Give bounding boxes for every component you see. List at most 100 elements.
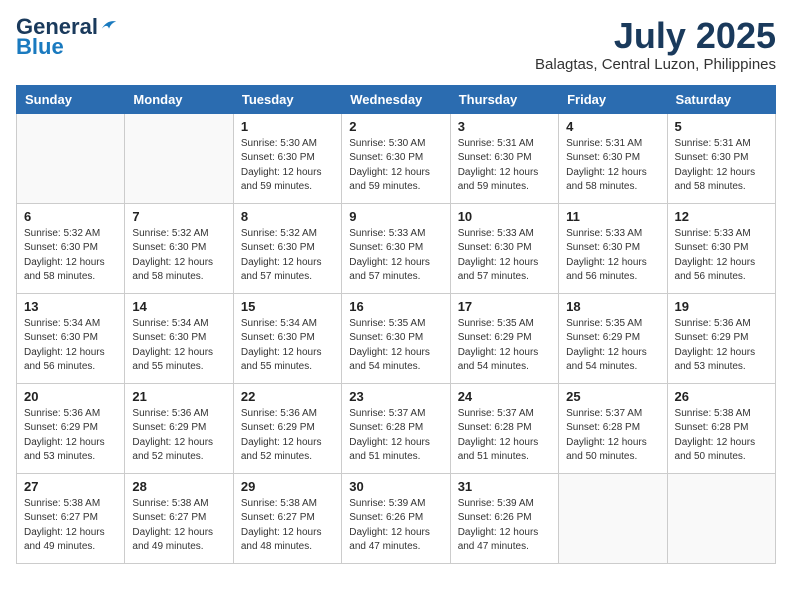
table-row: 5 Sunrise: 5:31 AM Sunset: 6:30 PM Daylig… <box>667 113 775 203</box>
table-row: 27 Sunrise: 5:38 AM Sunset: 6:27 PM Dayli… <box>17 473 125 563</box>
table-row: 19 Sunrise: 5:36 AM Sunset: 6:29 PM Dayli… <box>667 293 775 383</box>
table-row: 17Sunrise: 5:35 AM Sunset: 6:29 PM Dayli… <box>450 293 558 383</box>
table-row: 2 Sunrise: 5:30 AM Sunset: 6:30 PM Daylig… <box>342 113 450 203</box>
day-number: 13 <box>24 299 117 314</box>
table-row: 31 Sunrise: 5:39 AM Sunset: 6:26 PM Dayli… <box>450 473 558 563</box>
month-year-title: July 2025 <box>535 16 776 56</box>
table-row: 23Sunrise: 5:37 AM Sunset: 6:28 PM Dayli… <box>342 383 450 473</box>
day-info: Sunrise: 5:36 AM Sunset: 6:29 PM Dayligh… <box>24 407 117 465</box>
day-info: Sunrise: 5:31 AM Sunset: 6:30 PM Dayligh… <box>566 137 659 195</box>
table-row: 9 Sunrise: 5:33 AM Sunset: 6:30 PM Daylig… <box>342 203 450 293</box>
table-row: 14 Sunrise: 5:34 AM Sunset: 6:30 PM Dayli… <box>125 293 233 383</box>
day-number: 25 <box>566 389 659 404</box>
table-row: 7 Sunrise: 5:32 AM Sunset: 6:30 PM Daylig… <box>125 203 233 293</box>
day-info: Sunrise: 5:31 AM Sunset: 6:30 PM Dayligh… <box>675 137 768 195</box>
table-row: 6Sunrise: 5:32 AM Sunset: 6:30 PM Daylig… <box>17 203 125 293</box>
table-row <box>125 113 233 203</box>
day-number: 1 <box>241 119 334 134</box>
day-info: Sunrise: 5:35 AM Sunset: 6:29 PM Dayligh… <box>458 317 551 375</box>
logo-bird-icon <box>100 16 118 34</box>
day-info: Sunrise: 5:36 AM Sunset: 6:29 PM Dayligh… <box>132 407 225 465</box>
table-row: 15 Sunrise: 5:34 AM Sunset: 6:30 PM Dayli… <box>233 293 341 383</box>
calendar-header-row: Sunday Monday Tuesday Wednesday Thursday… <box>17 85 776 113</box>
day-number: 14 <box>132 299 225 314</box>
title-section: July 2025 Balagtas, Central Luzon, Phili… <box>535 16 776 73</box>
day-number: 21 <box>132 389 225 404</box>
table-row: 12 Sunrise: 5:33 AM Sunset: 6:30 PM Dayli… <box>667 203 775 293</box>
day-number: 7 <box>132 209 225 224</box>
col-monday: Monday <box>125 85 233 113</box>
table-row: 13Sunrise: 5:34 AM Sunset: 6:30 PM Dayli… <box>17 293 125 383</box>
table-row: 1 Sunrise: 5:30 AM Sunset: 6:30 PM Daylig… <box>233 113 341 203</box>
day-info: Sunrise: 5:33 AM Sunset: 6:30 PM Dayligh… <box>566 227 659 285</box>
table-row <box>17 113 125 203</box>
day-number: 26 <box>675 389 768 404</box>
day-number: 22 <box>241 389 334 404</box>
table-row: 29 Sunrise: 5:38 AM Sunset: 6:27 PM Dayli… <box>233 473 341 563</box>
col-thursday: Thursday <box>450 85 558 113</box>
day-info: Sunrise: 5:32 AM Sunset: 6:30 PM Dayligh… <box>241 227 334 285</box>
day-info: Sunrise: 5:38 AM Sunset: 6:27 PM Dayligh… <box>132 497 225 555</box>
day-number: 12 <box>675 209 768 224</box>
day-number: 28 <box>132 479 225 494</box>
col-tuesday: Tuesday <box>233 85 341 113</box>
day-number: 29 <box>241 479 334 494</box>
day-number: 16 <box>349 299 442 314</box>
day-info: Sunrise: 5:38 AM Sunset: 6:27 PM Dayligh… <box>24 497 117 555</box>
day-info: Sunrise: 5:33 AM Sunset: 6:30 PM Dayligh… <box>349 227 442 285</box>
day-number: 24 <box>458 389 551 404</box>
day-number: 27 <box>24 479 117 494</box>
day-number: 15 <box>241 299 334 314</box>
col-wednesday: Wednesday <box>342 85 450 113</box>
table-row: 10Sunrise: 5:33 AM Sunset: 6:30 PM Dayli… <box>450 203 558 293</box>
table-row: 4 Sunrise: 5:31 AM Sunset: 6:30 PM Daylig… <box>559 113 667 203</box>
day-number: 11 <box>566 209 659 224</box>
day-info: Sunrise: 5:30 AM Sunset: 6:30 PM Dayligh… <box>241 137 334 195</box>
day-number: 31 <box>458 479 551 494</box>
day-number: 5 <box>675 119 768 134</box>
day-info: Sunrise: 5:37 AM Sunset: 6:28 PM Dayligh… <box>458 407 551 465</box>
table-row: 22 Sunrise: 5:36 AM Sunset: 6:29 PM Dayli… <box>233 383 341 473</box>
table-row: 21 Sunrise: 5:36 AM Sunset: 6:29 PM Dayli… <box>125 383 233 473</box>
location-subtitle: Balagtas, Central Luzon, Philippines <box>535 56 776 73</box>
day-number: 3 <box>458 119 551 134</box>
calendar-week-row: 20 Sunrise: 5:36 AM Sunset: 6:29 PM Dayli… <box>17 383 776 473</box>
day-info: Sunrise: 5:35 AM Sunset: 6:29 PM Dayligh… <box>566 317 659 375</box>
day-number: 4 <box>566 119 659 134</box>
day-info: Sunrise: 5:33 AM Sunset: 6:30 PM Dayligh… <box>675 227 768 285</box>
day-number: 8 <box>241 209 334 224</box>
day-info: Sunrise: 5:36 AM Sunset: 6:29 PM Dayligh… <box>241 407 334 465</box>
day-info: Sunrise: 5:33 AM Sunset: 6:30 PM Dayligh… <box>458 227 551 285</box>
day-info: Sunrise: 5:35 AM Sunset: 6:30 PM Dayligh… <box>349 317 442 375</box>
day-number: 18 <box>566 299 659 314</box>
day-number: 20 <box>24 389 117 404</box>
day-info: Sunrise: 5:32 AM Sunset: 6:30 PM Dayligh… <box>132 227 225 285</box>
day-info: Sunrise: 5:38 AM Sunset: 6:28 PM Dayligh… <box>675 407 768 465</box>
calendar-week-row: 13 Sunrise: 5:34 AM Sunset: 6:30 PM Dayli… <box>17 293 776 383</box>
page-header: General Blue July 2025 Balagtas, Central… <box>16 16 776 73</box>
day-number: 19 <box>675 299 768 314</box>
day-number: 30 <box>349 479 442 494</box>
col-friday: Friday <box>559 85 667 113</box>
day-info: Sunrise: 5:34 AM Sunset: 6:30 PM Dayligh… <box>132 317 225 375</box>
day-number: 9 <box>349 209 442 224</box>
day-number: 2 <box>349 119 442 134</box>
table-row: 25Sunrise: 5:37 AM Sunset: 6:28 PM Dayli… <box>559 383 667 473</box>
table-row: 20 Sunrise: 5:36 AM Sunset: 6:29 PM Dayli… <box>17 383 125 473</box>
logo-blue: Blue <box>16 36 64 58</box>
col-saturday: Saturday <box>667 85 775 113</box>
day-info: Sunrise: 5:39 AM Sunset: 6:26 PM Dayligh… <box>458 497 551 555</box>
table-row: 8 Sunrise: 5:32 AM Sunset: 6:30 PM Daylig… <box>233 203 341 293</box>
day-info: Sunrise: 5:30 AM Sunset: 6:30 PM Dayligh… <box>349 137 442 195</box>
table-row: 11 Sunrise: 5:33 AM Sunset: 6:30 PM Dayli… <box>559 203 667 293</box>
table-row: 18 Sunrise: 5:35 AM Sunset: 6:29 PM Dayli… <box>559 293 667 383</box>
day-info: Sunrise: 5:34 AM Sunset: 6:30 PM Dayligh… <box>241 317 334 375</box>
table-row <box>667 473 775 563</box>
logo: General Blue <box>16 16 118 58</box>
table-row: 3Sunrise: 5:31 AM Sunset: 6:30 PM Daylig… <box>450 113 558 203</box>
calendar-week-row: 27 Sunrise: 5:38 AM Sunset: 6:27 PM Dayli… <box>17 473 776 563</box>
day-info: Sunrise: 5:38 AM Sunset: 6:27 PM Dayligh… <box>241 497 334 555</box>
col-sunday: Sunday <box>17 85 125 113</box>
day-info: Sunrise: 5:36 AM Sunset: 6:29 PM Dayligh… <box>675 317 768 375</box>
table-row: 16 Sunrise: 5:35 AM Sunset: 6:30 PM Dayli… <box>342 293 450 383</box>
